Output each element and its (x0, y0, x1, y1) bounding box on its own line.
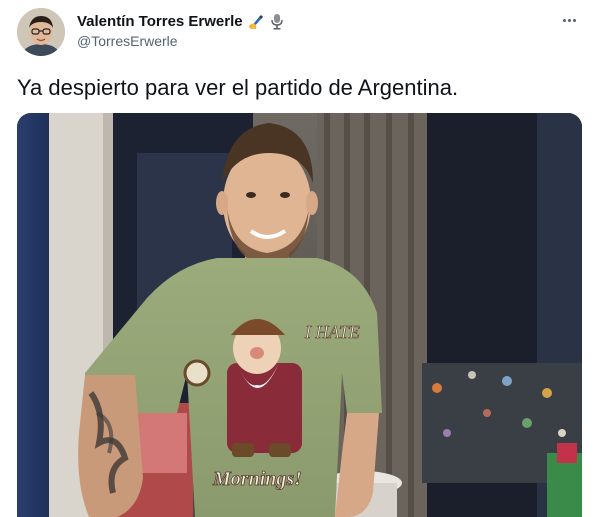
dot (562, 18, 566, 22)
writing-hand-icon (248, 13, 265, 30)
more-options-icon[interactable] (557, 10, 581, 30)
dot (572, 18, 576, 22)
microphone-icon (270, 13, 284, 30)
tweet-photo[interactable]: I HATE Mornings! (17, 113, 582, 517)
shirt-text-bottom: Mornings! (212, 468, 302, 490)
dot (567, 18, 571, 22)
shirt-text-top: I HATE (304, 322, 360, 342)
author-display-name[interactable]: Valentín Torres Erwerle (77, 13, 243, 30)
author-handle[interactable]: @TorresErwerle (77, 33, 178, 49)
avatar[interactable] (17, 8, 65, 56)
author-name-row: Valentín Torres Erwerle (77, 11, 284, 31)
avatar-image (17, 8, 65, 56)
photo-illustration: I HATE Mornings! (17, 113, 582, 517)
tweet-card: Valentín Torres Erwerle @TorresErwerle Y… (0, 0, 595, 517)
tweet-text: Ya despierto para ver el partido de Arge… (17, 75, 459, 100)
